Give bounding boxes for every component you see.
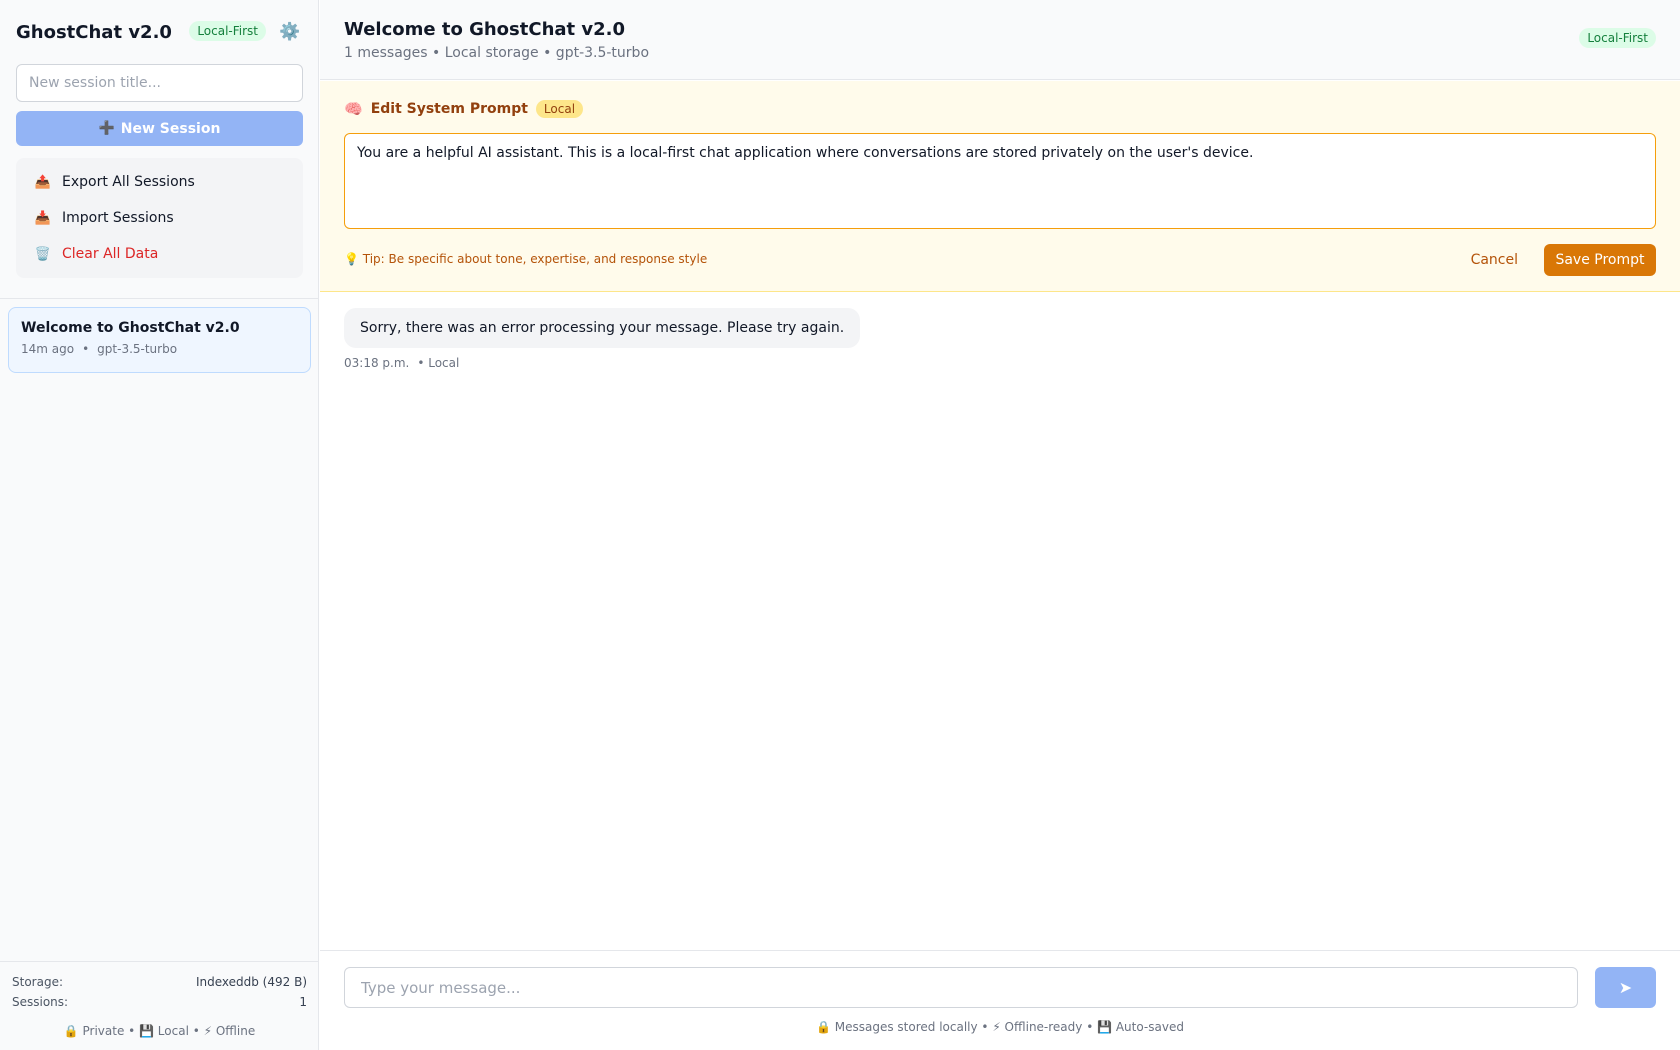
storage-row: Storage: Indexeddb (492 B) — [12, 972, 307, 992]
new-session-label: New Session — [120, 120, 221, 137]
session-list-item[interactable]: Welcome to GhostChat v2.0 14m ago • gpt-… — [8, 307, 311, 373]
sidebar-footer: Storage: Indexeddb (492 B) Sessions: 1 🔒… — [0, 961, 319, 1050]
cancel-button[interactable]: Cancel — [1463, 245, 1526, 275]
chat-main: Welcome to GhostChat v2.0 1 messages • L… — [320, 0, 1680, 1050]
message-time: 03:18 p.m. — [344, 356, 410, 370]
trash-icon: 🗑️ — [34, 246, 52, 262]
plus-icon: ➕ — [98, 121, 115, 136]
export-sessions-label: Export All Sessions — [62, 174, 195, 190]
sidebar: GhostChat v2.0 Local-First ⚙️ ➕ New Sess… — [0, 0, 319, 1050]
app-title: GhostChat v2.0 — [16, 21, 172, 43]
session-time: 14m ago — [21, 342, 75, 356]
send-icon: ➤ — [1618, 979, 1633, 997]
session-model: gpt-3.5-turbo — [97, 342, 178, 356]
new-session-button[interactable]: ➕ New Session — [16, 111, 303, 146]
message-source: • Local — [417, 356, 460, 370]
sidebar-header: GhostChat v2.0 Local-First ⚙️ — [16, 18, 302, 46]
local-first-badge: Local-First — [189, 21, 266, 41]
message-bubble: Sorry, there was an error processing you… — [344, 308, 861, 348]
header-local-first-badge: Local-First — [1579, 28, 1656, 48]
chat-title: Welcome to GhostChat v2.0 — [344, 19, 626, 40]
export-icon: 📤 — [34, 174, 52, 190]
system-prompt-editor: 🧠 Edit System Prompt Local You are a hel… — [320, 81, 1680, 292]
chat-meta: 1 messages • Local storage • gpt-3.5-tur… — [344, 45, 650, 61]
local-badge: Local — [535, 100, 584, 118]
brain-icon: 🧠 — [344, 100, 363, 118]
save-prompt-button[interactable]: Save Prompt — [1544, 244, 1656, 276]
session-title: Welcome to GhostChat v2.0 — [21, 320, 240, 336]
send-button[interactable]: ➤ — [1595, 967, 1656, 1008]
session-actions: 📤 Export All Sessions 📥 Import Sessions … — [16, 158, 303, 278]
storage-value: Indexeddb (492 B) — [195, 975, 307, 989]
privacy-flags: 🔒 Private • 💾 Local • ⚡ Offline — [63, 1024, 256, 1038]
sessions-row: Sessions: 1 — [12, 992, 307, 1012]
sessions-count: 1 — [299, 995, 307, 1009]
sessions-label: Sessions: — [12, 995, 69, 1009]
import-sessions-button[interactable]: 📥 Import Sessions — [34, 206, 174, 230]
message-composer: ➤ 🔒 Messages stored locally • ⚡ Offline-… — [320, 950, 1680, 1050]
clear-data-button[interactable]: 🗑️ Clear All Data — [34, 242, 158, 266]
export-sessions-button[interactable]: 📤 Export All Sessions — [34, 170, 195, 194]
import-icon: 📥 — [34, 210, 52, 226]
chat-header: Welcome to GhostChat v2.0 1 messages • L… — [320, 0, 1680, 80]
gear-icon[interactable]: ⚙️ — [278, 20, 302, 44]
session-title-input[interactable] — [16, 64, 303, 102]
storage-label: Storage: — [12, 975, 63, 989]
system-prompt-textarea[interactable]: You are a helpful AI assistant. This is … — [344, 133, 1656, 229]
session-meta-separator: • — [82, 342, 90, 356]
clear-data-label: Clear All Data — [62, 246, 159, 262]
prompt-tip: 💡 Tip: Be specific about tone, expertise… — [344, 252, 708, 266]
session-meta: 14m ago • gpt-3.5-turbo — [21, 342, 298, 356]
system-prompt-header: 🧠 Edit System Prompt Local — [344, 98, 584, 120]
message-input[interactable] — [344, 967, 1578, 1008]
system-prompt-title: Edit System Prompt — [370, 101, 528, 117]
message-meta: 03:18 p.m. • Local — [344, 356, 860, 370]
composer-footer: 🔒 Messages stored locally • ⚡ Offline-re… — [816, 1020, 1184, 1034]
import-sessions-label: Import Sessions — [62, 210, 174, 226]
sidebar-divider — [0, 298, 319, 299]
message: Sorry, there was an error processing you… — [344, 308, 861, 370]
